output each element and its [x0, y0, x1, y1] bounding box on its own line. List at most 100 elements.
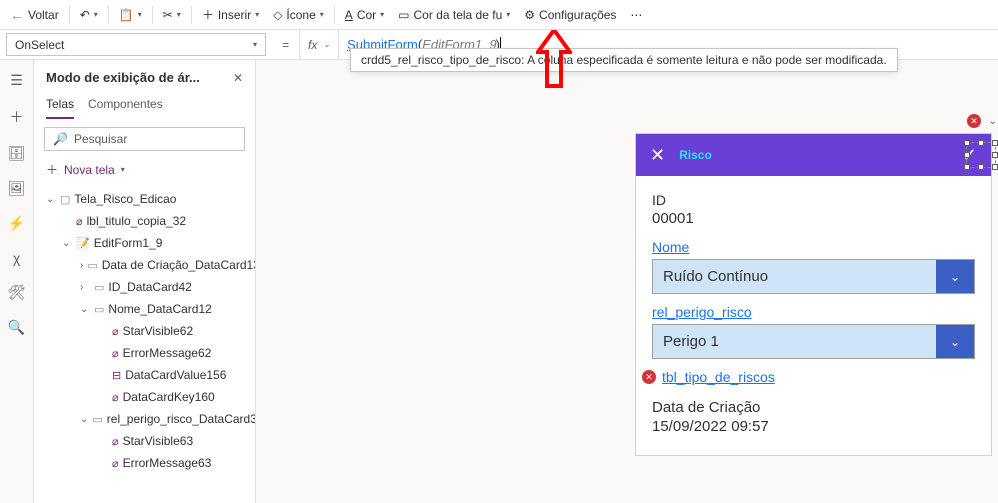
icon-label: Ícone	[286, 8, 315, 22]
chevron-down-icon[interactable]: ⌄	[989, 116, 997, 127]
separator	[108, 6, 109, 24]
variables-icon[interactable]: χ	[13, 250, 20, 266]
screen-icon: ▢	[60, 193, 70, 206]
search-icon[interactable]: 🔍	[8, 319, 25, 336]
node-label: ID_DataCard42	[108, 280, 191, 294]
bg-label: Cor da tela de fu	[414, 8, 503, 22]
search-placeholder: Pesquisar	[74, 132, 127, 146]
tree-node-control[interactable]: ⌀ErrorMessage62	[34, 342, 255, 364]
form-icon: 📝	[76, 237, 90, 250]
tab-componentes[interactable]: Componentes	[88, 91, 163, 119]
node-label: rel_perigo_risco_DataCard3	[107, 412, 255, 426]
tree-node-form[interactable]: ⌄📝EditForm1_9	[34, 232, 255, 254]
tree-node-control[interactable]: ⌀ErrorMessage63	[34, 452, 255, 474]
chevron-down-icon: ▾	[380, 10, 384, 19]
tree-node-screen[interactable]: ⌄▢Tela_Risco_Edicao	[34, 188, 255, 210]
arrow-left-icon: ←	[10, 7, 24, 23]
nome-value: Ruído Contínuo	[653, 260, 936, 293]
plus-icon: ＋	[46, 161, 58, 178]
color-label: Cor	[357, 8, 376, 22]
label-icon: ⌀	[112, 325, 119, 338]
card-icon: ▭	[94, 303, 104, 316]
bg-color-button[interactable]: ▭Cor da tela de fu▾	[392, 4, 516, 26]
label-icon: ⌀	[112, 391, 119, 404]
tree-node-label[interactable]: ⌀lbl_titulo_copia_32	[34, 210, 255, 232]
new-screen-button[interactable]: ＋ Nova tela ▾	[34, 155, 255, 184]
collapse-icon[interactable]: ⌄	[62, 238, 72, 249]
expand-icon[interactable]: ›	[80, 260, 83, 271]
tree-view-icon[interactable]: ☰	[10, 72, 23, 89]
error-tooltip: crdd5_rel_risco_tipo_de_risco: A coluna …	[350, 48, 898, 72]
font-color-button[interactable]: ACor▾	[339, 4, 390, 26]
paste-button[interactable]: 📋▾	[113, 4, 148, 26]
back-button[interactable]: ← Voltar	[4, 3, 65, 27]
advanced-tools-icon[interactable]: 🛠	[8, 284, 26, 301]
combobox-icon: ⊟	[112, 369, 121, 382]
error-badge-icon[interactable]: ✕	[967, 114, 981, 128]
id-label: ID	[652, 192, 975, 208]
property-selector[interactable]: OnSelect ▾	[6, 33, 266, 56]
insert-icon[interactable]: ＋	[10, 107, 24, 127]
power-automate-icon[interactable]: ⚡	[8, 215, 25, 232]
tree-node-control[interactable]: ⌀ StarVisible63	[34, 430, 255, 452]
close-icon[interactable]: ✕	[233, 71, 243, 85]
media-icon[interactable]: 🖼	[8, 180, 26, 197]
tree-node-control[interactable]: ⊟ DataCardValue156	[34, 364, 255, 386]
insert-button[interactable]: ＋Inserir▾	[196, 2, 265, 27]
settings-label: Configurações	[539, 8, 616, 22]
node-label: DataCardValue156	[125, 368, 226, 382]
fx-label[interactable]: fx⌄	[299, 30, 339, 59]
chevron-down-icon: ▾	[255, 10, 259, 19]
icon-button[interactable]: ◇Ícone▾	[267, 4, 330, 26]
undo-button[interactable]: ↶▾	[74, 4, 104, 26]
collapse-icon[interactable]: ⌄	[80, 304, 90, 315]
tree-search-input[interactable]: 🔎 Pesquisar	[44, 127, 245, 151]
chevron-down-icon: ▾	[94, 10, 98, 19]
data-icon[interactable]: 🗄	[8, 145, 26, 162]
tab-telas[interactable]: Telas	[46, 91, 74, 119]
search-icon: 🔎	[53, 132, 68, 146]
fill-icon: ▭	[398, 8, 409, 22]
equals-label: =	[272, 30, 299, 59]
tree-node-control[interactable]: ⌀StarVisible62	[34, 320, 255, 342]
rel-combobox[interactable]: Perigo 1 ⌄	[652, 324, 975, 359]
settings-button[interactable]: ⚙ Configurações	[518, 4, 622, 26]
chevron-down-icon: ▾	[177, 10, 181, 19]
tree-view-title: Modo de exibição de ár...	[46, 70, 200, 85]
chevron-down-icon[interactable]: ⌄	[936, 325, 974, 358]
tree-node-datacard[interactable]: ›▭Data de Criação_DataCard13_1	[34, 254, 255, 276]
err-field-label: tbl_tipo_de_riscos	[662, 369, 775, 385]
field-error: ✕ tbl_tipo_de_riscos	[642, 369, 975, 385]
node-label: Data de Criação_DataCard13_1	[102, 258, 255, 272]
gear-icon: ⚙	[524, 8, 535, 22]
tree-node-datacard[interactable]: › ▭ ID_DataCard42	[34, 276, 255, 298]
canvas[interactable]: ✕ ⌄ ✕ Risco ✓ ID 00001 Nome Ruído Contín…	[256, 60, 998, 503]
chevron-down-icon: ▾	[121, 165, 125, 174]
expand-icon[interactable]: ›	[80, 282, 90, 293]
chevron-down-icon: ▾	[253, 40, 257, 49]
nome-combobox[interactable]: Ruído Contínuo ⌄	[652, 259, 975, 294]
chevron-down-icon[interactable]: ⌄	[936, 260, 974, 293]
collapse-icon[interactable]: ⌄	[46, 194, 56, 205]
tree-node-control[interactable]: ⌀ DataCardKey160	[34, 386, 255, 408]
cut-button[interactable]: ✂▾	[157, 4, 187, 26]
nome-label: Nome	[652, 239, 975, 255]
label-icon: ⌀	[112, 435, 119, 448]
cancel-icon[interactable]: ✕	[650, 145, 665, 166]
submit-check-icon[interactable]: ✓	[962, 145, 977, 166]
tree-node-datacard[interactable]: ⌄▭rel_perigo_risco_DataCard3	[34, 408, 255, 430]
form-body: ID 00001 Nome Ruído Contínuo ⌄ rel_perig…	[636, 176, 991, 455]
card-icon: ▭	[94, 281, 104, 294]
node-label: ErrorMessage62	[123, 346, 212, 360]
data-label: Data de Criação	[652, 399, 975, 416]
tree-node-datacard[interactable]: ⌄▭Nome_DataCard12	[34, 298, 255, 320]
tree-view-panel: Modo de exibição de ár... ✕ Telas Compon…	[34, 60, 256, 503]
node-label: lbl_titulo_copia_32	[87, 214, 186, 228]
left-rail: ☰ ＋ 🗄 🖼 ⚡ χ 🛠 🔍	[0, 60, 34, 503]
collapse-icon[interactable]: ⌄	[80, 414, 88, 425]
rel-value: Perigo 1	[653, 325, 936, 358]
overflow-button[interactable]: ⋯	[624, 4, 648, 26]
node-label: DataCardKey160	[123, 390, 215, 404]
separator	[191, 6, 192, 24]
node-label: StarVisible63	[123, 434, 194, 448]
